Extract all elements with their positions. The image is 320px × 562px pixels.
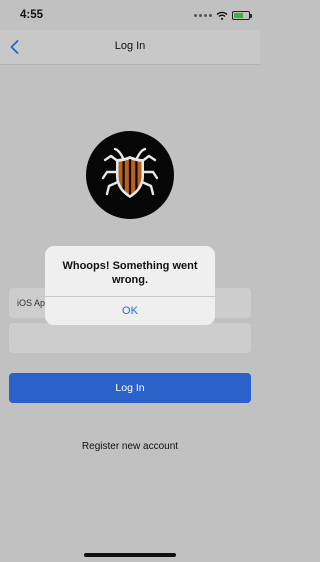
shield-bug-icon	[101, 147, 159, 198]
login-button[interactable]: Log In	[9, 373, 251, 403]
status-time: 4:55	[20, 9, 44, 21]
error-alert: Whoops! Something went wrong. OK	[45, 246, 215, 325]
signal-icon	[194, 13, 212, 17]
username-value: iOS Ap	[17, 298, 46, 308]
battery-icon	[232, 10, 252, 20]
alert-message: Whoops! Something went wrong.	[62, 260, 198, 286]
status-bar: 4:55	[0, 0, 260, 30]
alert-ok-button[interactable]: OK	[45, 297, 215, 325]
page-title: Log In	[114, 40, 146, 52]
password-field[interactable]	[9, 323, 251, 353]
app-logo	[86, 131, 174, 219]
home-indicator[interactable]	[84, 553, 176, 557]
register-link[interactable]: Register new account	[0, 441, 260, 452]
wifi-icon	[216, 11, 228, 20]
status-icons	[194, 9, 252, 21]
navigation-bar: Log In	[0, 30, 260, 65]
